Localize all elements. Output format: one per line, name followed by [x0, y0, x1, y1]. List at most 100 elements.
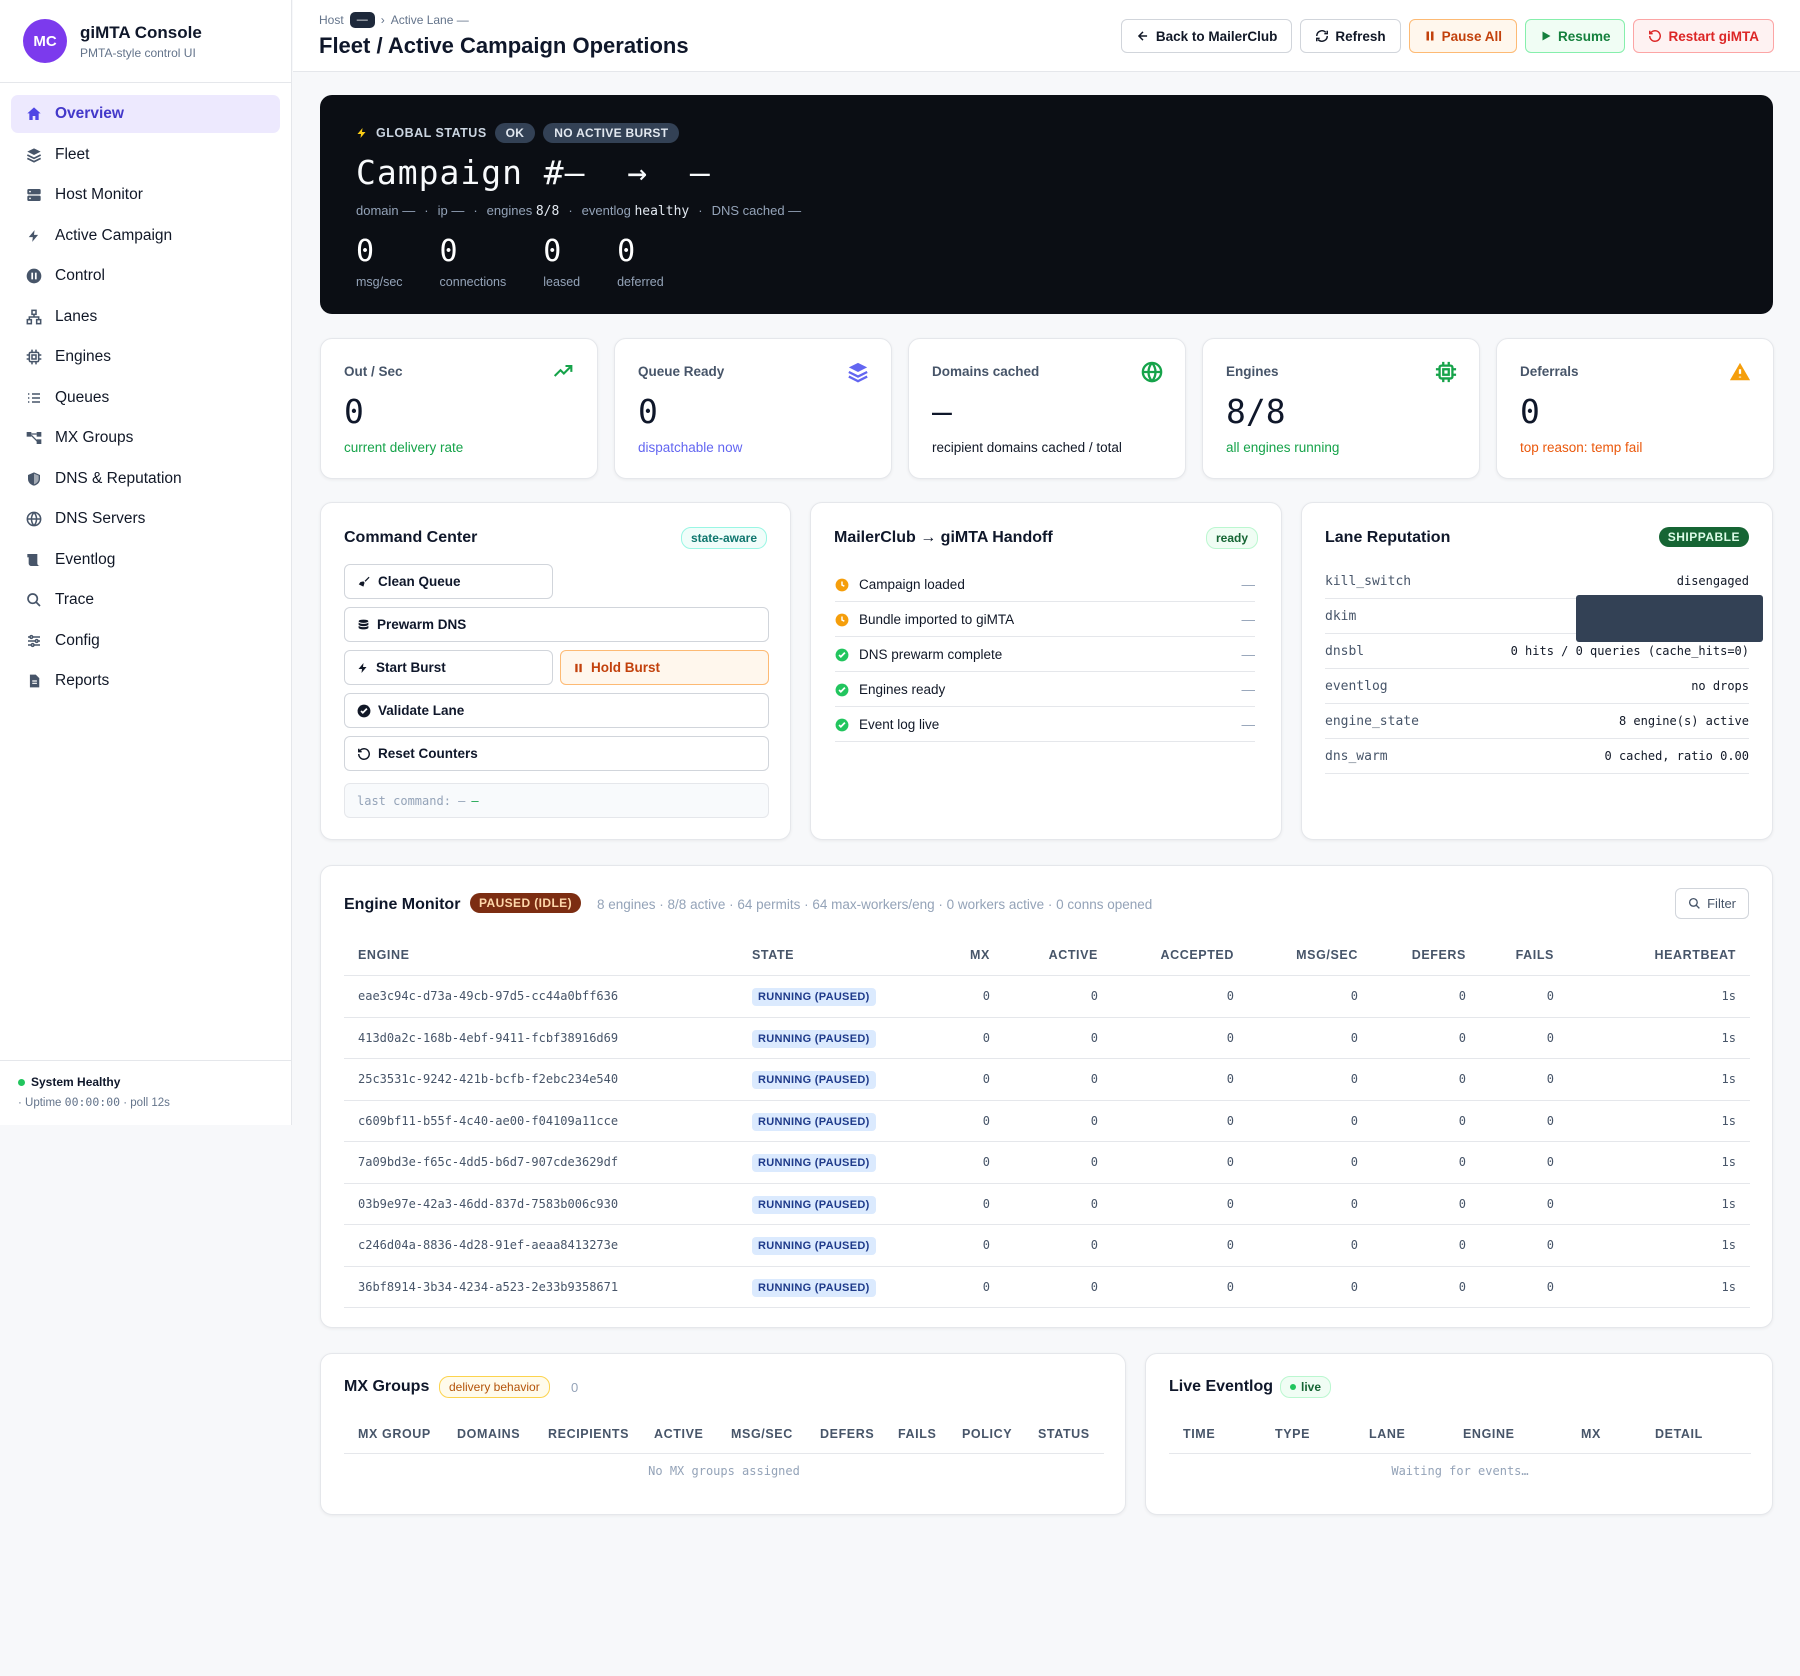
col-engine[interactable]: ENGINE [344, 934, 752, 976]
hold-burst-button[interactable]: Hold Burst [560, 650, 769, 685]
sidebar-item-config[interactable]: Config [11, 622, 280, 660]
card-title: Deferrals [1520, 364, 1579, 379]
engine-mx: 0 [938, 1100, 990, 1142]
sidebar-item-active-campaign[interactable]: Active Campaign [11, 217, 280, 255]
sidebar-item-dns-servers[interactable]: DNS Servers [11, 500, 280, 538]
engine-id[interactable]: c609bf11-b55f-4c40-ae00-f04109a11cce [344, 1100, 752, 1142]
mx-col-header[interactable]: ACTIVE [654, 1427, 731, 1441]
engine-id[interactable]: 03b9e97e-42a3-46dd-837d-7583b006c930 [344, 1183, 752, 1225]
eventlog-col-header[interactable]: ENGINE [1463, 1427, 1581, 1441]
check-circle-icon [835, 648, 849, 661]
engine-rate: 0 [1234, 1224, 1358, 1267]
table-row[interactable]: 25c3531c-9242-421b-bcfb-f2ebc234e540 RUNN… [344, 1058, 1750, 1101]
mx-col-header[interactable]: POLICY [962, 1427, 1038, 1441]
sidebar-item-engines[interactable]: Engines [11, 338, 280, 376]
sidebar-item-queues[interactable]: Queues [11, 379, 280, 417]
mx-col-header[interactable]: MSG/SEC [731, 1427, 820, 1441]
breadcrumb-host-value[interactable]: — [349, 12, 375, 28]
back-button[interactable]: Back to MailerClub [1120, 19, 1293, 53]
resume-button[interactable]: Resume [1524, 19, 1626, 53]
mx-col-header[interactable]: MX GROUP [358, 1427, 457, 1441]
mx-col-header[interactable]: FAILS [898, 1427, 962, 1441]
engine-mx: 0 [938, 1266, 990, 1308]
card-value: — [932, 392, 952, 431]
clean-queue-button[interactable]: Clean Queue [344, 564, 553, 599]
refresh-button[interactable]: Refresh [1300, 19, 1401, 53]
uptime-prefix: · Uptime [18, 1097, 62, 1109]
meta-engines: 8/8 [535, 204, 560, 219]
engine-id[interactable]: 36bf8914-3b34-4234-a523-2e33b9358671 [344, 1266, 752, 1308]
sidebar-item-eventlog[interactable]: Eventlog [11, 541, 280, 579]
scroll-icon [25, 551, 43, 569]
eventlog-col-header[interactable]: TYPE [1275, 1427, 1369, 1441]
table-row[interactable]: c246d04a-8836-4d28-91ef-aeaa8413273e RUNN… [344, 1224, 1750, 1267]
clock-icon [835, 578, 849, 591]
engine-heartbeat: 1s [1554, 975, 1750, 1018]
mx-col-header[interactable]: DEFERS [820, 1427, 898, 1441]
table-row[interactable]: eae3c94c-d73a-49cb-97d5-cc44a0bff636 RUNN… [344, 975, 1750, 1018]
sidebar-item-control[interactable]: Control [11, 257, 280, 295]
col-accepted[interactable]: ACCEPTED [1098, 934, 1234, 976]
eventlog-col-header[interactable]: MX [1581, 1427, 1655, 1441]
system-status: System Healthy · Uptime 00:00:00 · poll … [0, 1060, 292, 1125]
engine-id[interactable]: 7a09bd3e-f65c-4dd5-b6d7-907cde3629df [344, 1141, 752, 1184]
breadcrumb: Host — › Active Lane — [319, 12, 469, 28]
sidebar-item-overview[interactable]: Overview [11, 95, 280, 133]
sidebar: MC giMTA Console PMTA-style control UI O… [0, 0, 292, 1125]
table-row[interactable]: c609bf11-b55f-4c40-ae00-f04109a11cce RUNN… [344, 1100, 1750, 1142]
pause-all-button[interactable]: Pause All [1408, 19, 1517, 53]
col-msg-sec[interactable]: MSG/SEC [1234, 934, 1358, 976]
table-row[interactable]: 7a09bd3e-f65c-4dd5-b6d7-907cde3629df RUNN… [344, 1141, 1750, 1184]
sidebar-item-dns-reputation[interactable]: DNS & Reputation [11, 460, 280, 498]
mx-col-header[interactable]: DOMAINS [457, 1427, 548, 1441]
live-badge-label: live [1301, 1380, 1322, 1394]
sidebar-item-fleet[interactable]: Fleet [11, 136, 280, 174]
engine-id[interactable]: 413d0a2c-168b-4ebf-9411-fcbf38916d69 [344, 1017, 752, 1059]
sidebar-item-lanes[interactable]: Lanes [11, 298, 280, 336]
meta-domain: domain — [356, 203, 416, 218]
live-dot [1290, 1384, 1296, 1390]
engine-id[interactable]: eae3c94c-d73a-49cb-97d5-cc44a0bff636 [344, 975, 752, 1018]
table-row[interactable]: 03b9e97e-42a3-46dd-837d-7583b006c930 RUNN… [344, 1183, 1750, 1225]
engine-id[interactable]: c246d04a-8836-4d28-91ef-aeaa8413273e [344, 1224, 752, 1267]
last-command: last command: — — [344, 783, 769, 818]
filter-button[interactable]: Filter [1675, 888, 1749, 919]
reputation-row: dns_warm 0 cached, ratio 0.00 [1325, 739, 1749, 774]
col-defers[interactable]: DEFERS [1358, 934, 1466, 976]
table-row[interactable]: 36bf8914-3b34-4234-a523-2e33b9358671 RUNN… [344, 1266, 1750, 1308]
engine-id[interactable]: 25c3531c-9242-421b-bcfb-f2ebc234e540 [344, 1058, 752, 1101]
col-active[interactable]: ACTIVE [990, 934, 1098, 976]
handoff-step-value: — [1241, 682, 1256, 697]
mx-col-header[interactable]: RECIPIENTS [548, 1427, 654, 1441]
sidebar-item-trace[interactable]: Trace [11, 581, 280, 619]
sidebar-item-reports[interactable]: Reports [11, 662, 280, 700]
global-status-label: GLOBAL STATUS [376, 126, 487, 140]
reputation-value: disengaged [1676, 574, 1749, 588]
mx-col-header[interactable]: STATUS [1038, 1427, 1090, 1441]
avatar[interactable]: MC [23, 19, 67, 63]
table-row[interactable]: 413d0a2c-168b-4ebf-9411-fcbf38916d69 RUNN… [344, 1017, 1750, 1059]
eventlog-col-header[interactable]: LANE [1369, 1427, 1463, 1441]
col-mx[interactable]: MX [938, 934, 990, 976]
col-state[interactable]: STATE [752, 934, 938, 976]
col-fails[interactable]: FAILS [1466, 934, 1554, 976]
engine-accepted: 0 [1098, 1183, 1234, 1225]
hero-stat-value: 0 [439, 234, 458, 269]
engine-state-cell: RUNNING (PAUSED) [752, 1183, 938, 1225]
col-heartbeat[interactable]: HEARTBEAT [1554, 934, 1750, 976]
breadcrumb-lane[interactable]: Active Lane — [391, 13, 469, 27]
sidebar-item-mx-groups[interactable]: MX Groups [11, 419, 280, 457]
globe-icon [25, 510, 43, 528]
engine-fails: 0 [1466, 1058, 1554, 1101]
start-burst-button[interactable]: Start Burst [344, 650, 553, 685]
reset-counters-button[interactable]: Reset Counters [344, 736, 769, 771]
sidebar-item-label: Fleet [55, 145, 90, 163]
sidebar-item-host-monitor[interactable]: Host Monitor [11, 176, 280, 214]
eventlog-col-header[interactable]: DETAIL [1655, 1427, 1703, 1441]
eventlog-table-header: TIME TYPE LANE ENGINE MX DETAIL [1169, 1414, 1751, 1454]
validate-lane-button[interactable]: Validate Lane [344, 693, 769, 728]
prewarm-dns-button[interactable]: Prewarm DNS [344, 607, 769, 642]
breadcrumb-host[interactable]: Host [319, 13, 344, 27]
eventlog-col-header[interactable]: TIME [1183, 1427, 1275, 1441]
restart-button[interactable]: Restart giMTA [1633, 19, 1774, 53]
